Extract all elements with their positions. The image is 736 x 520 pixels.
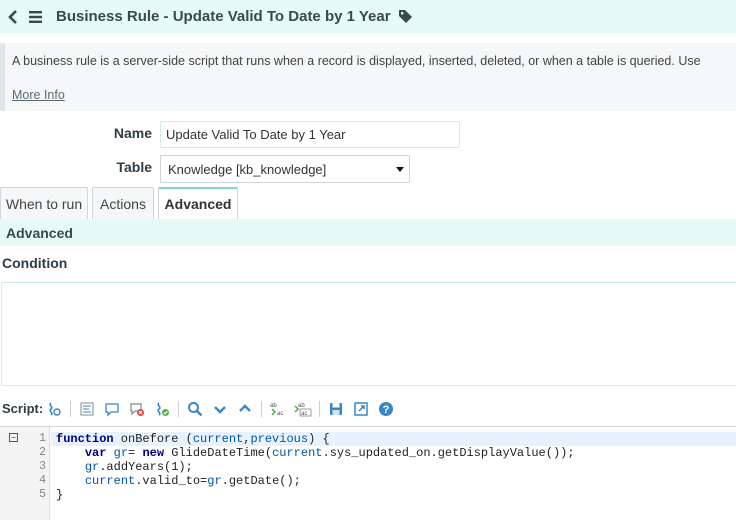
condition-field[interactable] bbox=[1, 282, 736, 386]
replace-all-button[interactable]: ab ac bbox=[293, 399, 313, 419]
line-number: 5 bbox=[39, 488, 46, 501]
format-code-button[interactable] bbox=[77, 399, 97, 419]
find-next-button[interactable] bbox=[210, 399, 230, 419]
table-select-value: Knowledge [kb_knowledge] bbox=[168, 161, 327, 177]
help-icon: ? bbox=[379, 402, 393, 416]
find-next-icon bbox=[214, 406, 226, 414]
toggle-comment-icon bbox=[105, 403, 119, 417]
code-line: gr.addYears(1); bbox=[84, 460, 193, 474]
find-previous-button[interactable] bbox=[235, 399, 255, 419]
info-message: A business rule is a server-side script … bbox=[0, 43, 736, 111]
search-button[interactable] bbox=[185, 399, 205, 419]
toolbar-divider bbox=[70, 401, 71, 417]
tab-when-to-run[interactable]: When to run bbox=[0, 187, 88, 219]
toggle-comment-button[interactable] bbox=[102, 399, 122, 419]
more-info-link[interactable]: More Info bbox=[12, 88, 65, 102]
format-code-icon bbox=[80, 402, 94, 416]
form-tabs: When to run Actions Advanced bbox=[0, 187, 736, 219]
code-line: var gr= new GlideDateTime(current.sys_up… bbox=[84, 446, 575, 460]
tab-actions[interactable]: Actions bbox=[92, 187, 154, 219]
line-number: 3 bbox=[39, 460, 46, 473]
search-icon bbox=[188, 402, 203, 417]
condition-label: Condition bbox=[2, 255, 68, 271]
page-header: Business Rule - Update Valid To Date by … bbox=[0, 0, 736, 33]
script-include-button[interactable] bbox=[44, 399, 64, 419]
script-debugger-button[interactable] bbox=[152, 399, 172, 419]
dropdown-arrow-icon bbox=[396, 167, 404, 172]
fullscreen-button[interactable] bbox=[351, 399, 371, 419]
script-debugger-icon bbox=[157, 402, 169, 416]
script-include-icon bbox=[49, 402, 61, 416]
tag-icon bbox=[399, 10, 413, 23]
editor-gutter: − 1 2 3 4 5 bbox=[0, 427, 50, 520]
replace-icon: abac bbox=[270, 403, 283, 417]
replace-all-icon: ab ac bbox=[294, 403, 312, 417]
info-text: A business rule is a server-side script … bbox=[12, 54, 701, 68]
fold-toggle-icon[interactable]: − bbox=[9, 433, 18, 442]
find-previous-icon bbox=[239, 404, 251, 412]
line-number: 4 bbox=[39, 474, 46, 487]
line-number: 2 bbox=[39, 446, 46, 459]
save-button[interactable] bbox=[326, 399, 346, 419]
tag-button[interactable] bbox=[397, 0, 415, 33]
name-label: Name bbox=[113, 125, 152, 141]
toolbar-divider bbox=[261, 401, 262, 417]
table-label: Table bbox=[116, 159, 152, 175]
fullscreen-icon bbox=[354, 402, 368, 416]
syntax-check-icon bbox=[130, 403, 144, 416]
svg-text:ac: ac bbox=[277, 411, 283, 417]
section-header: Advanced bbox=[0, 219, 736, 246]
help-button[interactable]: ? bbox=[376, 399, 396, 419]
svg-text:ac: ac bbox=[301, 411, 307, 417]
tab-advanced[interactable]: Advanced bbox=[158, 187, 238, 219]
table-select[interactable]: Knowledge [kb_knowledge] bbox=[160, 155, 410, 183]
toolbar-divider bbox=[178, 401, 179, 417]
svg-text:ab: ab bbox=[298, 403, 305, 409]
script-toolbar: ab ac ab ac ? bbox=[44, 399, 401, 419]
code-line: } bbox=[56, 488, 64, 502]
svg-text:?: ? bbox=[383, 404, 390, 416]
save-icon bbox=[330, 403, 342, 415]
script-editor[interactable]: − 1 2 3 4 5 function onBefore (current,p… bbox=[0, 426, 736, 520]
name-input[interactable] bbox=[160, 121, 460, 148]
replace-button[interactable]: ab ac bbox=[268, 399, 288, 419]
page-title: Business Rule - Update Valid To Date by … bbox=[56, 8, 391, 25]
line-number: 1 bbox=[39, 432, 46, 445]
chevron-left-icon bbox=[8, 9, 17, 24]
back-button[interactable] bbox=[2, 0, 24, 33]
syntax-check-button[interactable] bbox=[127, 399, 147, 419]
svg-text:ab: ab bbox=[270, 403, 277, 409]
code-line: current.valid_to=gr.getDate(); bbox=[84, 474, 301, 488]
hamburger-icon bbox=[28, 10, 42, 23]
script-label: Script: bbox=[2, 401, 44, 416]
toolbar-divider bbox=[319, 401, 320, 417]
menu-button[interactable] bbox=[24, 0, 46, 33]
code-line: function onBefore (current,previous) { bbox=[56, 432, 330, 446]
